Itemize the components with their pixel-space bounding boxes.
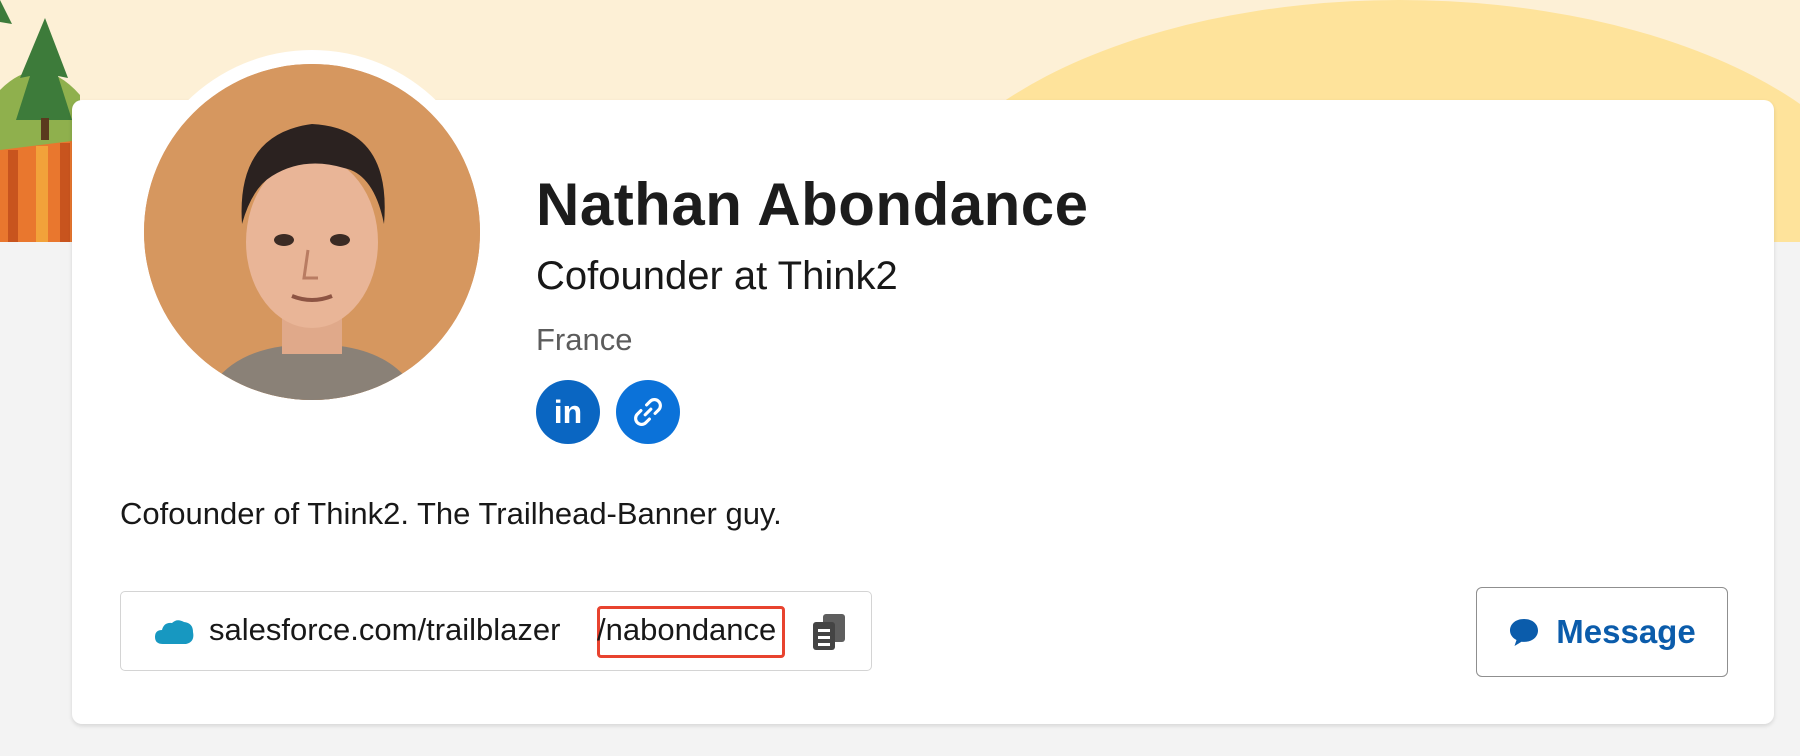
profile-title: Cofounder at Think2: [536, 254, 898, 298]
linkedin-button[interactable]: in: [536, 380, 600, 444]
linkedin-icon: in: [553, 393, 583, 430]
profile-name: Nathan Abondance: [536, 171, 1089, 238]
avatar: [144, 64, 480, 400]
avatar-portrait: [144, 64, 480, 400]
chat-bubble-icon: [1510, 619, 1539, 646]
profile-url-base: salesforce.com/trailblazer: [209, 612, 561, 647]
salesforce-cloud-icon: [155, 620, 194, 644]
website-link-button[interactable]: [616, 380, 680, 444]
profile-url-box: salesforce.com/trailblazer /nabondance: [120, 591, 872, 671]
profile-bio: Cofounder of Think2. The Trailhead-Banne…: [120, 496, 782, 531]
banner-trees-illustration: [0, 0, 80, 242]
link-icon: [634, 398, 662, 426]
message-button[interactable]: Message: [1476, 587, 1728, 677]
profile-url-handle: /nabondance: [597, 612, 777, 647]
profile-location: France: [536, 322, 633, 357]
message-button-label: Message: [1556, 613, 1696, 650]
copy-icon[interactable]: [811, 612, 847, 652]
